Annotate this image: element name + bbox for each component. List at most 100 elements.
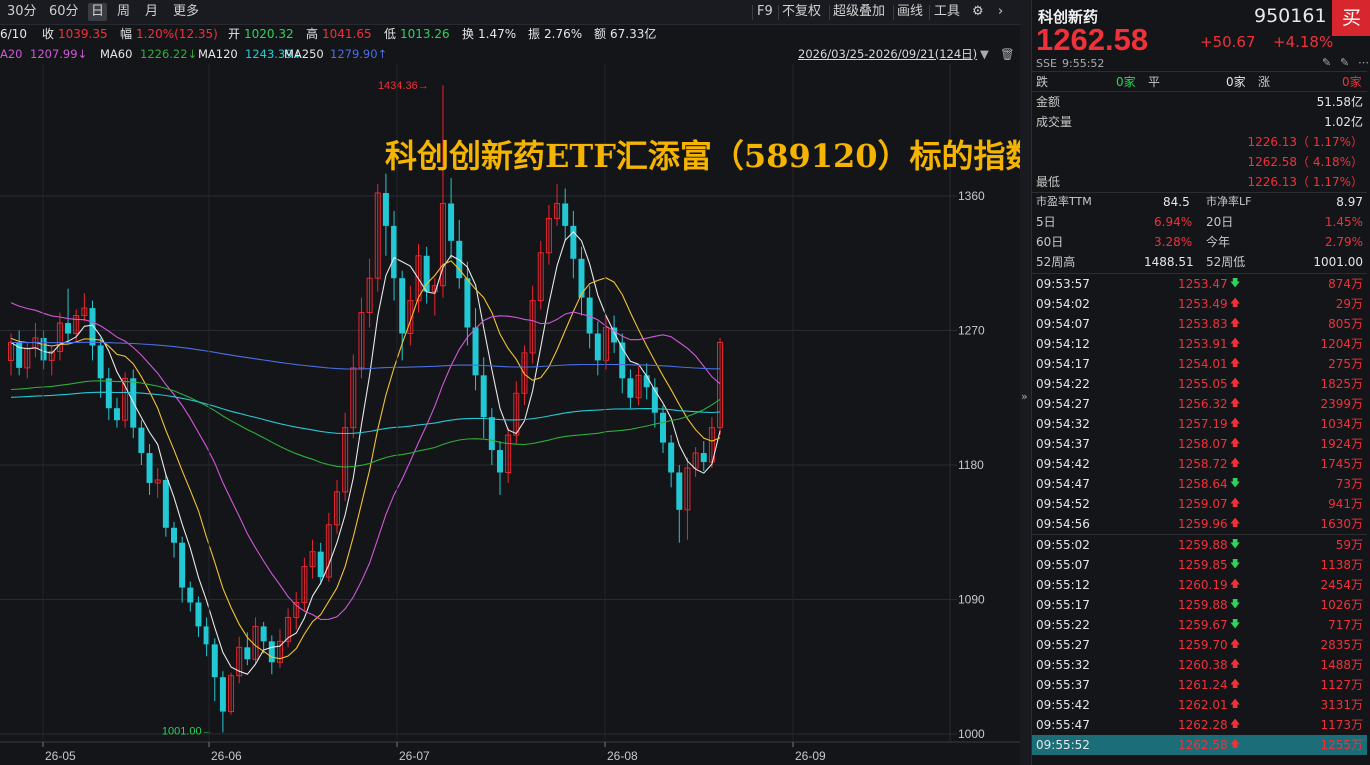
period-day-tab[interactable]: 日 bbox=[88, 3, 108, 21]
quote-panel: 科创新药 950161 买 1262.58 +50.67 +4.18% SSE … bbox=[1031, 0, 1370, 765]
tick-price: 1262.28 bbox=[1178, 718, 1228, 732]
tick-row[interactable]: 09:54:32 1257.19 🡅 1034万 bbox=[1032, 414, 1367, 434]
tick-time: 09:54:47 bbox=[1036, 477, 1090, 491]
flat-label: 平 bbox=[1148, 75, 1161, 89]
tick-price: 1258.72 bbox=[1178, 457, 1228, 471]
w52l-label: 52周低 bbox=[1206, 255, 1246, 269]
candle-body bbox=[146, 453, 153, 483]
tick-volume: 3131万 bbox=[1320, 698, 1363, 712]
more-icon[interactable]: ⋯ bbox=[1358, 56, 1369, 69]
tick-volume: 1026万 bbox=[1320, 598, 1363, 612]
price-change-pct: +4.18% bbox=[1273, 33, 1334, 51]
tick-price: 1259.67 bbox=[1178, 618, 1228, 632]
tick-row[interactable]: 09:54:17 1254.01 🡅 275万 bbox=[1032, 354, 1367, 374]
panel-collapse-strip[interactable]: » bbox=[1020, 0, 1031, 765]
arrow-up-icon: 🡅 bbox=[1230, 679, 1241, 690]
tick-price: 1256.32 bbox=[1178, 397, 1228, 411]
tick-time: 09:54:52 bbox=[1036, 497, 1090, 511]
period-month-tab[interactable]: 月 bbox=[142, 3, 161, 21]
tick-row[interactable]: 09:55:22 1259.67 🡇 717万 bbox=[1032, 615, 1367, 635]
x-tick-label: 26-07 bbox=[399, 749, 430, 763]
tick-row[interactable]: 09:55:37 1261.24 🡅 1127万 bbox=[1032, 675, 1367, 695]
tick-row[interactable]: 09:54:12 1253.91 🡅 1204万 bbox=[1032, 334, 1367, 354]
info-turnover-label: 换 bbox=[462, 27, 475, 41]
dropdown-icon[interactable]: ▼ bbox=[980, 44, 989, 64]
arrow-down-icon: 🡇 bbox=[1230, 559, 1241, 570]
tick-row[interactable]: 09:55:27 1259.70 🡅 2835万 bbox=[1032, 635, 1367, 655]
tick-row[interactable]: 09:55:52 1262.58 🡅 1255万 bbox=[1032, 735, 1367, 755]
collapse-arrow-icon[interactable]: » bbox=[1021, 390, 1028, 403]
candle-body bbox=[382, 193, 389, 226]
date-range[interactable]: 2026/03/25-2026/09/21(124日) bbox=[798, 44, 977, 64]
candle-body bbox=[627, 378, 634, 398]
tick-row[interactable]: 09:54:07 1253.83 🡅 805万 bbox=[1032, 314, 1367, 334]
tick-row[interactable]: 09:54:27 1256.32 🡅 2399万 bbox=[1032, 394, 1367, 414]
tick-row[interactable]: 09:55:42 1262.01 🡅 3131万 bbox=[1032, 695, 1367, 715]
tick-time: 09:55:12 bbox=[1036, 578, 1090, 592]
candle-body bbox=[562, 203, 569, 226]
tick-price: 1253.47 bbox=[1178, 277, 1228, 291]
info-amplitude-label: 振 bbox=[528, 27, 541, 41]
candle-body bbox=[399, 278, 406, 334]
settings-icon[interactable]: ⚙ bbox=[972, 3, 984, 21]
arrow-up-icon: 🡅 bbox=[1230, 719, 1241, 730]
tick-price: 1257.19 bbox=[1178, 417, 1228, 431]
tick-time: 09:55:47 bbox=[1036, 718, 1090, 732]
candle-body bbox=[244, 647, 251, 660]
tick-row[interactable]: 09:55:07 1259.85 🡇 1138万 bbox=[1032, 555, 1367, 575]
arrow-up-icon: 🡅 bbox=[1230, 398, 1241, 409]
tick-time: 09:54:32 bbox=[1036, 417, 1090, 431]
candle-body bbox=[97, 345, 104, 379]
buy-button[interactable]: 买 bbox=[1332, 0, 1370, 36]
delete-icon[interactable]: 🗑 bbox=[1000, 44, 1015, 64]
no-adjust-button[interactable]: 不复权 bbox=[782, 3, 821, 21]
period-30min-tab[interactable]: 30分 bbox=[4, 3, 40, 21]
tick-volume: 1924万 bbox=[1320, 437, 1363, 451]
edit-icon[interactable]: ✎ bbox=[1322, 56, 1331, 69]
tick-row[interactable]: 09:55:32 1260.38 🡅 1488万 bbox=[1032, 655, 1367, 675]
pen-icon[interactable]: ✎ bbox=[1340, 56, 1349, 69]
tick-row[interactable]: 09:53:57 1253.47 🡇 874万 bbox=[1032, 274, 1367, 294]
ma60-label: MA60 bbox=[100, 47, 133, 61]
volume-value: 1.02亿 bbox=[1324, 115, 1363, 129]
tick-row[interactable]: 09:54:47 1258.64 🡇 73万 bbox=[1032, 474, 1367, 494]
tick-row[interactable]: 09:54:56 1259.96 🡅 1630万 bbox=[1032, 514, 1367, 534]
chevron-right-icon[interactable]: › bbox=[998, 3, 1003, 21]
amount-value: 51.58亿 bbox=[1316, 95, 1363, 109]
security-code: 950161 bbox=[1254, 5, 1327, 27]
tick-row[interactable]: 09:54:52 1259.07 🡅 941万 bbox=[1032, 494, 1367, 514]
y-tick-label: 1090 bbox=[958, 593, 985, 607]
draw-line-button[interactable]: 画线 bbox=[897, 3, 923, 21]
period-60min-tab[interactable]: 60分 bbox=[46, 3, 82, 21]
tick-row[interactable]: 09:54:42 1258.72 🡅 1745万 bbox=[1032, 454, 1367, 474]
d5-value: 6.94% bbox=[1154, 215, 1193, 229]
info-low: 1013.26 bbox=[400, 27, 450, 41]
info-close-label: 收 bbox=[42, 27, 55, 41]
candle-body bbox=[260, 626, 267, 642]
period-more-tab[interactable]: 更多 bbox=[170, 3, 202, 21]
candle-body bbox=[65, 323, 72, 334]
x-tick-label: 26-06 bbox=[211, 749, 242, 763]
info-open: 1020.32 bbox=[244, 27, 294, 41]
tick-row[interactable]: 09:55:47 1262.28 🡅 1173万 bbox=[1032, 715, 1367, 735]
tick-time: 09:55:42 bbox=[1036, 698, 1090, 712]
tick-row[interactable]: 09:54:22 1255.05 🡅 1825万 bbox=[1032, 374, 1367, 394]
tick-row[interactable]: 09:54:37 1258.07 🡅 1924万 bbox=[1032, 434, 1367, 454]
ma20-value: 1207.99↓ bbox=[30, 47, 88, 61]
rise-count: 0家 bbox=[1342, 75, 1362, 89]
f9-button[interactable]: F9 bbox=[757, 3, 773, 21]
y-tick-label: 1180 bbox=[958, 458, 984, 472]
tick-row[interactable]: 09:55:02 1259.88 🡇 59万 bbox=[1032, 535, 1367, 555]
tick-row[interactable]: 09:55:17 1259.88 🡇 1026万 bbox=[1032, 595, 1367, 615]
d20-value: 1.45% bbox=[1324, 215, 1363, 229]
tick-row[interactable]: 09:55:12 1260.19 🡅 2454万 bbox=[1032, 575, 1367, 595]
super-overlay-button[interactable]: 超级叠加 bbox=[833, 3, 885, 21]
period-week-tab[interactable]: 周 bbox=[114, 3, 133, 21]
tools-button[interactable]: 工具 bbox=[934, 3, 960, 21]
arrow-up-icon: 🡅 bbox=[1230, 418, 1241, 429]
tick-row[interactable]: 09:54:02 1253.49 🡅 29万 bbox=[1032, 294, 1367, 314]
tick-time: 09:55:22 bbox=[1036, 618, 1090, 632]
tick-volume: 2399万 bbox=[1320, 397, 1363, 411]
info-open-label: 开 bbox=[228, 27, 241, 41]
tick-price: 1258.64 bbox=[1178, 477, 1228, 491]
